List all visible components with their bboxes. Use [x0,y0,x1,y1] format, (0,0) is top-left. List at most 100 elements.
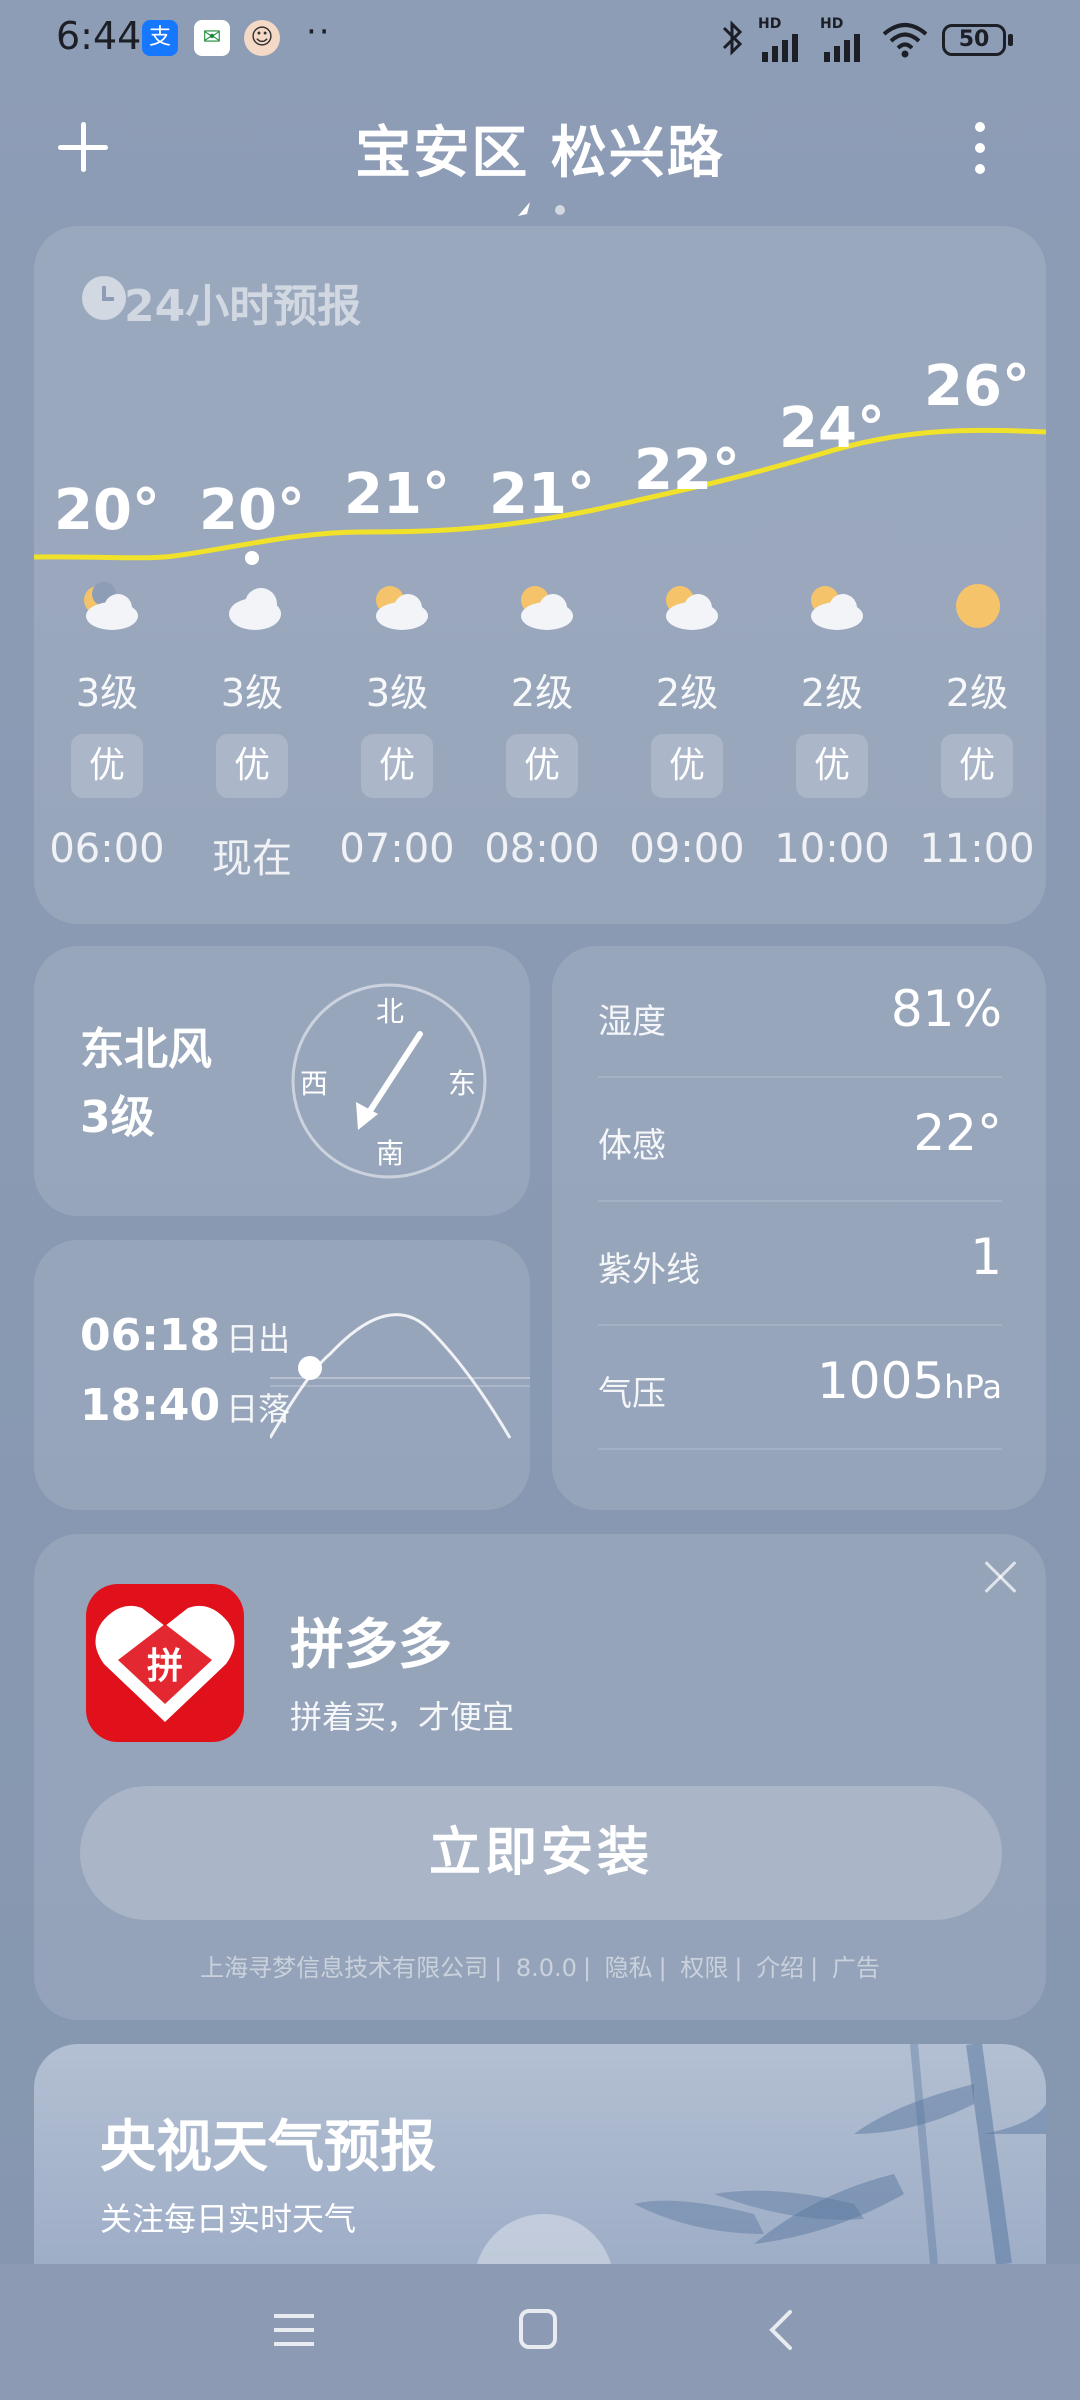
sun-cloud-icon [797,580,869,640]
ad-app-name: 拼多多 [290,1613,452,1676]
compass-east: 东 [448,1067,477,1100]
hour-time-label: 现在 [212,836,292,882]
hour-wind-level: 2级 [945,671,1009,715]
hour-aqi-badge: 优 [941,734,1013,798]
compass-west: 西 [300,1067,329,1100]
hd-label-1: HD [758,16,782,32]
ad-icon-char: 拼 [147,1646,183,1687]
navigation-bar [0,2264,1080,2400]
hd-label-2: HD [820,16,844,32]
hour-wind-level: 2级 [510,671,574,715]
hour-time-label: 10:00 [774,826,890,872]
pressure-value: 1005hPa [817,1352,1002,1410]
back-nav-icon[interactable] [766,2308,796,2352]
sunset-row: 18:40 日落 [80,1380,290,1431]
status-time: 6:44 [56,14,142,58]
avatar-icon: ☺ [244,20,280,56]
page-dot [555,205,565,215]
sun-position-icon [298,1356,322,1380]
hour-time-label: 09:00 [629,826,745,872]
pinduoduo-app-icon[interactable]: 拼 [86,1584,244,1742]
page-indicator [518,202,565,216]
ad-privacy-link[interactable]: 隐私 [605,1954,653,1982]
feels-like-label: 体感 [598,1126,666,1166]
ad-intro-link[interactable]: 介绍 [756,1954,804,1982]
hour-aqi-badge: 优 [216,734,288,798]
hour-temperature: 21° [489,462,595,527]
install-button[interactable]: 立即安装 [80,1786,1002,1920]
humidity-label: 湿度 [598,1002,666,1042]
uv-row: 紫外线 1 [598,1202,1002,1326]
location-arrow-icon [518,202,530,216]
hour-temperature: 26° [924,354,1030,419]
sunset-time: 18:40 [80,1380,221,1431]
clock-icon [82,276,126,320]
hour-wind-level: 2级 [800,671,864,715]
pressure-number: 1005 [817,1352,945,1410]
wifi-icon [882,23,928,58]
cloud-icon [217,580,289,640]
hour-temperature: 21° [344,462,450,527]
signal-icon [824,34,860,62]
sun-cloud-icon [652,580,724,640]
uv-value: 1 [970,1228,1002,1286]
hour-wind-level: 2级 [655,671,719,715]
wind-info: 东北风 3级 [80,1016,212,1152]
pressure-label: 气压 [598,1374,666,1414]
pressure-row: 气压 1005hPa [598,1326,1002,1450]
sun-cloud-icon [362,580,434,640]
hour-temperature: 24° [779,396,885,461]
compass-north: 北 [376,995,405,1028]
location-title: 宝安区 松兴路 [355,121,725,186]
sun-cloud-icon [507,580,579,640]
menu-nav-icon[interactable] [272,2310,316,2350]
more-notifications-icon: ·· [306,12,332,52]
hour-wind-level: 3级 [365,671,429,715]
hour-aqi-badge: 优 [651,734,723,798]
sunrise-row: 06:18 日出 [80,1310,290,1361]
hour-time-label: 11:00 [919,826,1035,872]
wind-arrow [361,1031,423,1123]
humidity-value: 81% [890,980,1002,1038]
wind-level: 3级 [80,1092,155,1143]
battery-icon: 50 [942,24,1006,56]
more-menu-button[interactable] [960,118,1000,178]
signal-icon [762,34,798,62]
hour-temperature: 20° [199,478,305,543]
uv-label: 紫外线 [598,1250,700,1290]
battery-tip [1008,34,1013,46]
bluetooth-icon [722,20,743,56]
signal-1: HD [758,16,808,66]
hour-time-label: 06:00 [49,826,165,872]
compass-south: 南 [376,1137,405,1170]
feels-like-value: 22° [913,1104,1002,1162]
wind-compass: 北 南 东 西 [288,980,490,1182]
alipay-icon: 支 [142,20,178,56]
hour-time-label: 08:00 [484,826,600,872]
hour-wind-level: 3级 [75,671,139,715]
hour-aqi-badge: 优 [361,734,433,798]
hour-aqi-badge: 优 [796,734,868,798]
sunrise-time: 06:18 [80,1310,221,1361]
wind-direction: 东北风 [80,1024,212,1075]
home-nav-icon[interactable] [518,2308,558,2350]
signal-2: HD [820,16,870,66]
ad-version: 8.0.0 [515,1954,577,1982]
hour-aqi-badge: 优 [506,734,578,798]
hour-time-label: 07:00 [339,826,455,872]
humidity-row: 湿度 81% [598,954,1002,1078]
hour-wind-level: 3级 [220,671,284,715]
hourly-forecast-title: 24小时预报 [124,281,362,332]
sun-icon [942,580,1014,640]
ad-permissions-link[interactable]: 权限 [680,1954,728,1982]
hour-temperature: 20° [54,478,160,543]
status-bar: 6:44 支 ✉ ☺ ·· HD HD 50 [0,0,1080,80]
close-ad-button[interactable] [984,1560,1018,1594]
post-app-icon: ✉ [194,20,230,56]
heart-logo-icon: 拼 [95,1605,235,1722]
sun-arc [270,1313,530,1439]
pressure-unit: hPa [944,1368,1002,1406]
ad-meta: 上海寻梦信息技术有限公司 | 8.0.0 | 隐私 | 权限 | 介绍 | 广告 [200,1954,880,1982]
ad-label: 广告 [831,1954,880,1982]
feels-like-row: 体感 22° [598,1078,1002,1202]
